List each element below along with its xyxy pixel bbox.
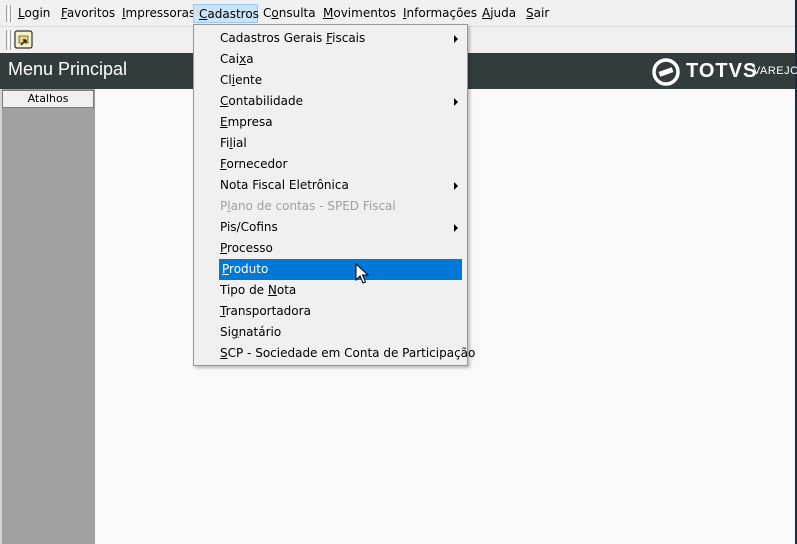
menu-item-cadastros-gerais-fiscais[interactable]: Cadastros Gerais Fiscais [220,28,465,49]
submenu-arrow-icon [454,35,458,43]
menu-item-filial[interactable]: Filial [220,133,465,154]
sidebar-edge [0,89,2,544]
menu-bar: Login Favoritos Impressoras Cadastros Co… [0,0,795,27]
menu-consulta[interactable]: Consulta [258,4,321,23]
menubar-grip [6,5,9,22]
menu-cadastros[interactable]: Cadastros [193,4,259,23]
menu-favoritos[interactable]: Favoritos [56,4,120,23]
menu-movimentos[interactable]: Movimentos [318,4,401,23]
menu-login[interactable]: Login [13,4,55,23]
toolbar-grip [6,30,9,50]
menu-item-scp[interactable]: SCP - Sociedade em Conta de Participação [220,343,475,364]
sidebar-tab-atalhos[interactable]: Atalhos [2,90,94,108]
menu-item-pis-cofins[interactable]: Pis/Cofins [220,217,465,238]
shortcuts-sidebar: Atalhos [0,89,95,544]
menu-item-fornecedor[interactable]: Fornecedor [220,154,465,175]
menu-item-tipo-de-nota[interactable]: Tipo de Nota [220,280,465,301]
menu-item-signatario[interactable]: Signatário [220,322,465,343]
menu-item-caixa[interactable]: Caixa [220,49,465,70]
page-title: Menu Principal [8,59,128,79]
menu-item-plano-de-contas: Plano de contas - SPED Fiscal [220,199,396,213]
submenu-arrow-icon [454,224,458,232]
menu-ajuda[interactable]: Ajuda [477,4,521,23]
menu-item-nota-fiscal-eletronica[interactable]: Nota Fiscal Eletrônica [220,175,465,196]
menu-item-cliente[interactable]: Cliente [220,70,465,91]
menu-item-processo[interactable]: Processo [220,238,465,259]
menu-item-produto[interactable]: Produto [219,259,462,280]
totvs-logo-icon [652,58,680,86]
menu-informacoes[interactable]: Informações [398,4,482,23]
mouse-pointer-icon [355,263,369,284]
shortcut-icon [14,30,33,49]
app-window: Login Favoritos Impressoras Cadastros Co… [0,0,797,544]
menu-sair[interactable]: Sair [521,4,554,23]
toolbar-shortcut-button[interactable] [13,29,35,51]
menu-impressoras[interactable]: Impressoras [117,4,200,23]
logo-subtext: VAREJO [753,65,797,77]
logo-text: TOTVS [686,60,758,82]
menu-item-transportadora[interactable]: Transportadora [220,301,465,322]
submenu-arrow-icon [454,98,458,106]
menu-item-empresa[interactable]: Empresa [220,112,465,133]
submenu-arrow-icon [454,182,458,190]
menu-item-contabilidade[interactable]: Contabilidade [220,91,465,112]
cadastros-dropdown: Cadastros Gerais Fiscais Caixa Cliente C… [193,24,475,366]
